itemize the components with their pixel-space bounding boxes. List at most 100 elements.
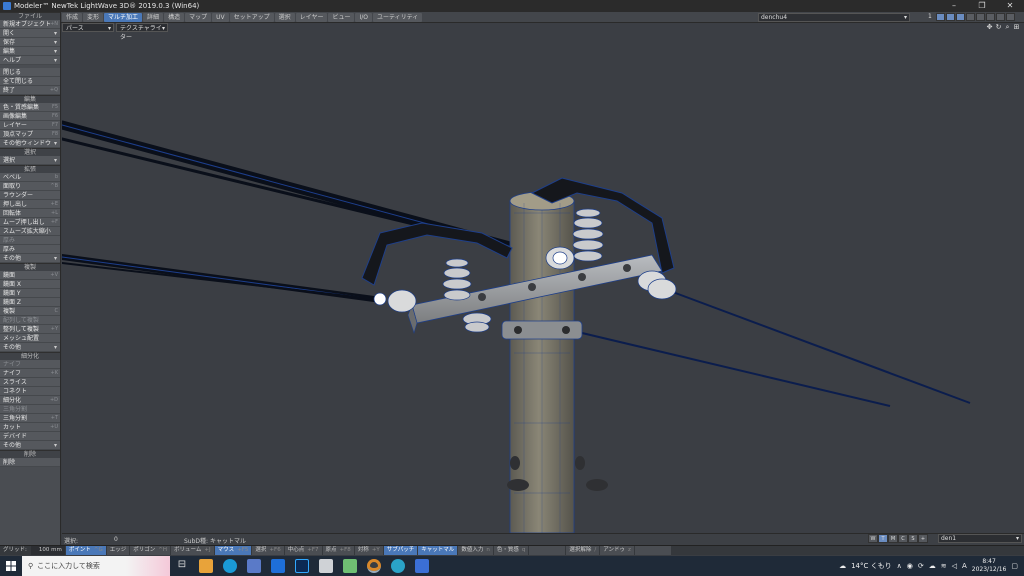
mode-button[interactable]: マウス +F5: [214, 546, 252, 555]
sidebar-tool-button[interactable]: 編集 ▾: [0, 47, 60, 56]
sidebar-tool-button[interactable]: 開く ▾: [0, 29, 60, 38]
sidebar-tool-button[interactable]: 鏡面 Y: [0, 289, 60, 298]
sidebar-tool-button[interactable]: 新規オブジェクト +N: [0, 20, 60, 29]
sidebar-tool-button[interactable]: 終了 +Q: [0, 86, 60, 95]
layer-button-5[interactable]: [976, 13, 985, 21]
start-button[interactable]: [0, 556, 22, 576]
sidebar-tool-button[interactable]: 頂点マップ F8: [0, 130, 60, 139]
sidebar-tool-button[interactable]: スムーズ拡大縮小: [0, 227, 60, 236]
menu-tab[interactable]: セットアップ: [229, 13, 274, 22]
notepad-icon[interactable]: [343, 559, 357, 573]
layer-button-3[interactable]: [956, 13, 965, 21]
view-layout-button[interactable]: C: [898, 534, 908, 543]
menu-tab[interactable]: ユーティリティ: [372, 13, 423, 22]
notification-icon[interactable]: ▢: [1011, 562, 1018, 570]
mode-button[interactable]: [634, 546, 671, 555]
menu-tab[interactable]: 変形: [83, 13, 104, 22]
menu-tab[interactable]: I/O: [355, 13, 372, 22]
sidebar-tool-button[interactable]: 押し出し +E: [0, 200, 60, 209]
sidebar-tool-button[interactable]: レイヤー F7: [0, 121, 60, 130]
sidebar-tool-button[interactable]: その他 ▾: [0, 441, 60, 450]
sidebar-tool-button[interactable]: 全て閉じる: [0, 77, 60, 86]
layer-button-4[interactable]: [966, 13, 975, 21]
view-mode-select[interactable]: パース ▾: [62, 23, 114, 32]
menu-tab[interactable]: 作成: [62, 13, 83, 22]
sidebar-tool-button[interactable]: 画像編集 F6: [0, 112, 60, 121]
menu-tab[interactable]: レイヤー: [295, 13, 328, 22]
lightwave-taskbar-icon[interactable]: [367, 559, 381, 573]
sync-icon[interactable]: ⟳: [918, 562, 924, 570]
layer-select[interactable]: den1 ▾: [938, 534, 1022, 543]
sidebar-tool-button[interactable]: 厚み: [0, 245, 60, 254]
speaker-icon[interactable]: ◁: [952, 562, 957, 570]
view-layout-button[interactable]: +: [918, 534, 928, 543]
sidebar-tool-button[interactable]: 面取り ^B: [0, 182, 60, 191]
mode-button[interactable]: 選択 +F6: [252, 546, 284, 555]
sidebar-tool-button[interactable]: ヘルプ ▾: [0, 56, 60, 65]
sidebar-tool-button[interactable]: メッシュ配置: [0, 334, 60, 343]
sidebar-tool-button[interactable]: 回転体 +L: [0, 209, 60, 218]
store-icon[interactable]: [247, 559, 261, 573]
sidebar-tool-button[interactable]: 鏡面 X: [0, 280, 60, 289]
utility-pole-model[interactable]: [62, 23, 1024, 533]
layer-button-6[interactable]: [986, 13, 995, 21]
menu-tab[interactable]: 構造: [164, 13, 185, 22]
mode-button[interactable]: サブパッチ: [383, 546, 418, 555]
mode-button[interactable]: エッジ: [106, 546, 130, 555]
sidebar-tool-button[interactable]: スライス: [0, 378, 60, 387]
task-view-icon[interactable]: ⊟: [175, 559, 189, 573]
layer-button-2[interactable]: [946, 13, 955, 21]
view-layout-button[interactable]: S: [908, 534, 918, 543]
hub-icon[interactable]: [391, 559, 405, 573]
view-layout-button[interactable]: W: [868, 534, 878, 543]
move-view-icon[interactable]: ✥: [986, 24, 993, 31]
mail-icon[interactable]: [271, 559, 285, 573]
layer-button-7[interactable]: [996, 13, 1005, 21]
chevron-up-icon[interactable]: ∧: [897, 562, 902, 570]
mode-button[interactable]: ポリゴン ^H: [130, 546, 171, 555]
mode-button[interactable]: [529, 546, 566, 555]
mode-button[interactable]: キャットマル: [418, 546, 458, 555]
mode-button[interactable]: 対称 +Y: [354, 546, 383, 555]
menu-tab[interactable]: マルチ加工: [104, 13, 143, 22]
sidebar-tool-button[interactable]: ラウンダー: [0, 191, 60, 200]
mode-button[interactable]: 数値入力 n: [458, 546, 493, 555]
sidebar-tool-button[interactable]: その他 ▾: [0, 254, 60, 263]
zoom-view-icon[interactable]: ⌕: [1004, 24, 1011, 31]
sidebar-tool-button[interactable]: デバイド: [0, 432, 60, 441]
layer-button-8[interactable]: [1006, 13, 1015, 21]
menu-tab[interactable]: UV: [212, 13, 229, 22]
sidebar-tool-button[interactable]: ムーブ押し出し +F: [0, 218, 60, 227]
layer-button-1[interactable]: [936, 13, 945, 21]
sidebar-tool-button[interactable]: カット +U: [0, 423, 60, 432]
record-icon[interactable]: ◉: [907, 562, 913, 570]
sidebar-tool-button[interactable]: 鏡面 Z: [0, 298, 60, 307]
sidebar-tool-button[interactable]: 細分化 +D: [0, 396, 60, 405]
view-layout-button[interactable]: M: [888, 534, 898, 543]
edge-browser-icon[interactable]: [223, 559, 237, 573]
sidebar-tool-button[interactable]: 選択 ▾: [0, 156, 60, 165]
mode-button[interactable]: 原点 +F8: [322, 546, 354, 555]
menu-tab[interactable]: 選択: [274, 13, 295, 22]
view-layout-button[interactable]: T: [878, 534, 888, 543]
wifi-icon[interactable]: ≋: [941, 562, 947, 570]
rotate-view-icon[interactable]: ↻: [995, 24, 1002, 31]
sidebar-tool-button[interactable]: 閉じる: [0, 68, 60, 77]
mode-button[interactable]: ボリューム +J: [171, 546, 214, 555]
minimize-button[interactable]: –: [940, 0, 968, 12]
menu-tab[interactable]: ビュー: [328, 13, 355, 22]
modeler-taskbar-icon[interactable]: [415, 559, 429, 573]
maximize-view-icon[interactable]: ⊞: [1013, 24, 1020, 31]
mode-button[interactable]: 選択解除 /: [566, 546, 600, 555]
sidebar-tool-button[interactable]: 鏡面 +V: [0, 271, 60, 280]
shading-select[interactable]: テクスチャライター ▾: [116, 23, 168, 41]
taskbar-search[interactable]: ⚲ ここに入力して検索: [22, 556, 170, 576]
ime-indicator[interactable]: A: [962, 562, 967, 570]
sidebar-tool-button[interactable]: その他 ▾: [0, 343, 60, 352]
file-explorer-icon[interactable]: [199, 559, 213, 573]
sidebar-tool-button[interactable]: 複製 C: [0, 307, 60, 316]
sidebar-tool-button[interactable]: 保存 ▾: [0, 38, 60, 47]
menu-tab[interactable]: 詳細: [143, 13, 164, 22]
unity-icon[interactable]: [319, 559, 333, 573]
mode-button[interactable]: 中心点 +F7: [284, 546, 322, 555]
